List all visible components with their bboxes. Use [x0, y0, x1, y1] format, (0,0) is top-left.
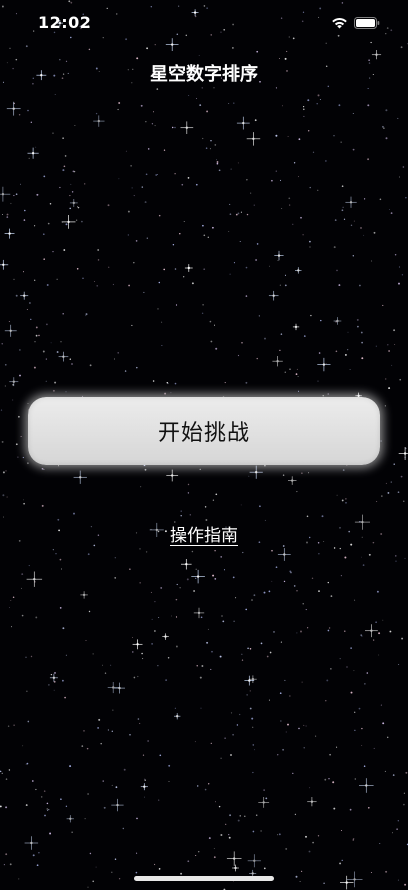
status-icons	[331, 14, 380, 33]
instructions-link[interactable]: 操作指南	[0, 521, 408, 546]
home-indicator[interactable]	[134, 876, 274, 881]
status-bar: 12:02	[0, 0, 408, 44]
start-challenge-button[interactable]: 开始挑战	[28, 397, 380, 465]
battery-icon	[354, 14, 380, 33]
wifi-icon	[331, 14, 348, 33]
status-time: 12:02	[38, 13, 92, 32]
app-screen: 12:02 星空数字排序 开始挑战 操作指南	[0, 0, 408, 890]
page-title: 星空数字排序	[150, 64, 258, 85]
